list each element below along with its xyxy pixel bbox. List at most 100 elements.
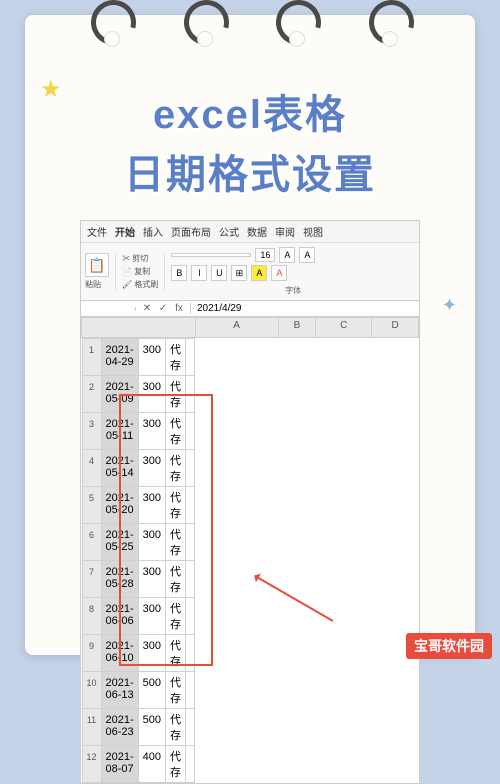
row-header[interactable]: 1	[82, 339, 101, 376]
cell-date[interactable]: 2021-05-09	[101, 376, 138, 413]
cell-date[interactable]: 2021-05-14	[101, 450, 138, 487]
cell-empty[interactable]	[186, 672, 195, 709]
cell-reference[interactable]	[81, 307, 136, 311]
spreadsheet: A B C D 1 2021-04-29 300 代存 2 2021-05-09…	[81, 317, 419, 783]
menu-insert[interactable]: 插入	[143, 224, 163, 239]
cell-date[interactable]: 2021-08-07	[101, 746, 138, 783]
cell-date[interactable]: 2021-05-28	[101, 561, 138, 598]
star-decoration-blue: ✦	[442, 295, 457, 316]
cell-empty[interactable]	[186, 339, 195, 376]
menu-review[interactable]: 审阅	[275, 224, 295, 239]
row-header[interactable]: 4	[82, 450, 101, 487]
cell-empty[interactable]	[186, 376, 195, 413]
menu-layout[interactable]: 页面布局	[171, 224, 211, 239]
table-row: 8 2021-06-06 300 代存	[82, 598, 195, 635]
font-color-button[interactable]: A	[271, 265, 287, 281]
bold-button[interactable]: B	[171, 265, 187, 281]
row-header[interactable]: 8	[82, 598, 101, 635]
cell-type[interactable]: 代存	[166, 339, 186, 376]
cell-empty[interactable]	[186, 487, 195, 524]
cell-amount[interactable]: 300	[138, 598, 165, 635]
row-header[interactable]: 9	[82, 635, 101, 672]
font-family-select[interactable]	[171, 253, 251, 257]
menu-home[interactable]: 开始	[115, 224, 135, 239]
menu-data[interactable]: 数据	[247, 224, 267, 239]
cell-amount[interactable]: 300	[138, 487, 165, 524]
cell-empty[interactable]	[186, 598, 195, 635]
paste-icon[interactable]: 📋	[85, 253, 109, 277]
underline-button[interactable]: U	[211, 265, 227, 281]
font-decrease[interactable]: A	[299, 247, 315, 263]
cell-type[interactable]: 代存	[166, 598, 186, 635]
row-header[interactable]: 10	[82, 672, 101, 709]
cell-amount[interactable]: 300	[138, 561, 165, 598]
italic-button[interactable]: I	[191, 265, 207, 281]
cell-date[interactable]: 2021-05-20	[101, 487, 138, 524]
cell-type[interactable]: 代存	[166, 413, 186, 450]
font-size-select[interactable]: 16	[255, 248, 275, 262]
cell-type[interactable]: 代存	[166, 524, 186, 561]
clipboard-group: 📋 粘贴	[85, 253, 116, 290]
cell-type[interactable]: 代存	[166, 450, 186, 487]
row-header[interactable]: 6	[82, 524, 101, 561]
row-header[interactable]: 7	[82, 561, 101, 598]
cell-type[interactable]: 代存	[166, 635, 186, 672]
cell-type[interactable]: 代存	[166, 672, 186, 709]
cancel-icon[interactable]: ✕	[140, 303, 154, 314]
cell-empty[interactable]	[186, 746, 195, 783]
copy-label[interactable]: 📄 复制	[122, 266, 158, 277]
fill-color-button[interactable]: A	[251, 265, 267, 281]
cell-type[interactable]: 代存	[166, 746, 186, 783]
cell-amount[interactable]: 300	[138, 376, 165, 413]
cell-date[interactable]: 2021-06-10	[101, 635, 138, 672]
cell-date[interactable]: 2021-05-25	[101, 524, 138, 561]
font-increase[interactable]: A	[279, 247, 295, 263]
cell-empty[interactable]	[186, 561, 195, 598]
row-header[interactable]: 5	[82, 487, 101, 524]
header-row: A B C D	[82, 318, 419, 338]
border-button[interactable]: ⊞	[231, 265, 247, 281]
col-header-a[interactable]: A	[195, 318, 278, 338]
cell-amount[interactable]: 300	[138, 339, 165, 376]
menu-file[interactable]: 文件	[87, 224, 107, 239]
cell-amount[interactable]: 300	[138, 635, 165, 672]
cell-type[interactable]: 代存	[166, 709, 186, 746]
formula-buttons: ✕ ✓ fx	[136, 303, 191, 314]
table-row: 2 2021-05-09 300 代存	[82, 376, 195, 413]
formula-value[interactable]: 2021/4/29	[191, 301, 419, 316]
cell-amount[interactable]: 300	[138, 450, 165, 487]
row-header[interactable]: 2	[82, 376, 101, 413]
fx-icon[interactable]: fx	[172, 303, 186, 314]
brush-label[interactable]: 🖌 格式刷	[122, 279, 158, 290]
cell-amount[interactable]: 500	[138, 672, 165, 709]
select-all-corner[interactable]	[82, 318, 196, 338]
cell-date[interactable]: 2021-06-13	[101, 672, 138, 709]
cut-label[interactable]: ✂ 剪切	[122, 253, 158, 264]
cell-date[interactable]: 2021-06-23	[101, 709, 138, 746]
menu-view[interactable]: 视图	[303, 224, 323, 239]
cell-date[interactable]: 2021-04-29	[101, 339, 138, 376]
cell-empty[interactable]	[186, 635, 195, 672]
col-header-b[interactable]: B	[278, 318, 316, 338]
cell-amount[interactable]: 500	[138, 709, 165, 746]
cell-type[interactable]: 代存	[166, 561, 186, 598]
cell-amount[interactable]: 300	[138, 413, 165, 450]
cell-type[interactable]: 代存	[166, 376, 186, 413]
row-header[interactable]: 12	[82, 746, 101, 783]
cell-date[interactable]: 2021-06-06	[101, 598, 138, 635]
cell-type[interactable]: 代存	[166, 487, 186, 524]
cell-amount[interactable]: 300	[138, 524, 165, 561]
cell-empty[interactable]	[186, 450, 195, 487]
row-header[interactable]: 11	[82, 709, 101, 746]
row-header[interactable]: 3	[82, 413, 101, 450]
col-header-c[interactable]: C	[316, 318, 372, 338]
cell-empty[interactable]	[186, 413, 195, 450]
cell-empty[interactable]	[186, 524, 195, 561]
menu-formula[interactable]: 公式	[219, 224, 239, 239]
cell-amount[interactable]: 400	[138, 746, 165, 783]
cell-empty[interactable]	[186, 709, 195, 746]
col-header-d[interactable]: D	[372, 318, 419, 338]
notebook-page: ★ ✦ excel表格 日期格式设置 文件 开始 插入 页面布局 公式 数据 审…	[25, 15, 475, 655]
cell-date[interactable]: 2021-05-11	[101, 413, 138, 450]
confirm-icon[interactable]: ✓	[156, 303, 170, 314]
